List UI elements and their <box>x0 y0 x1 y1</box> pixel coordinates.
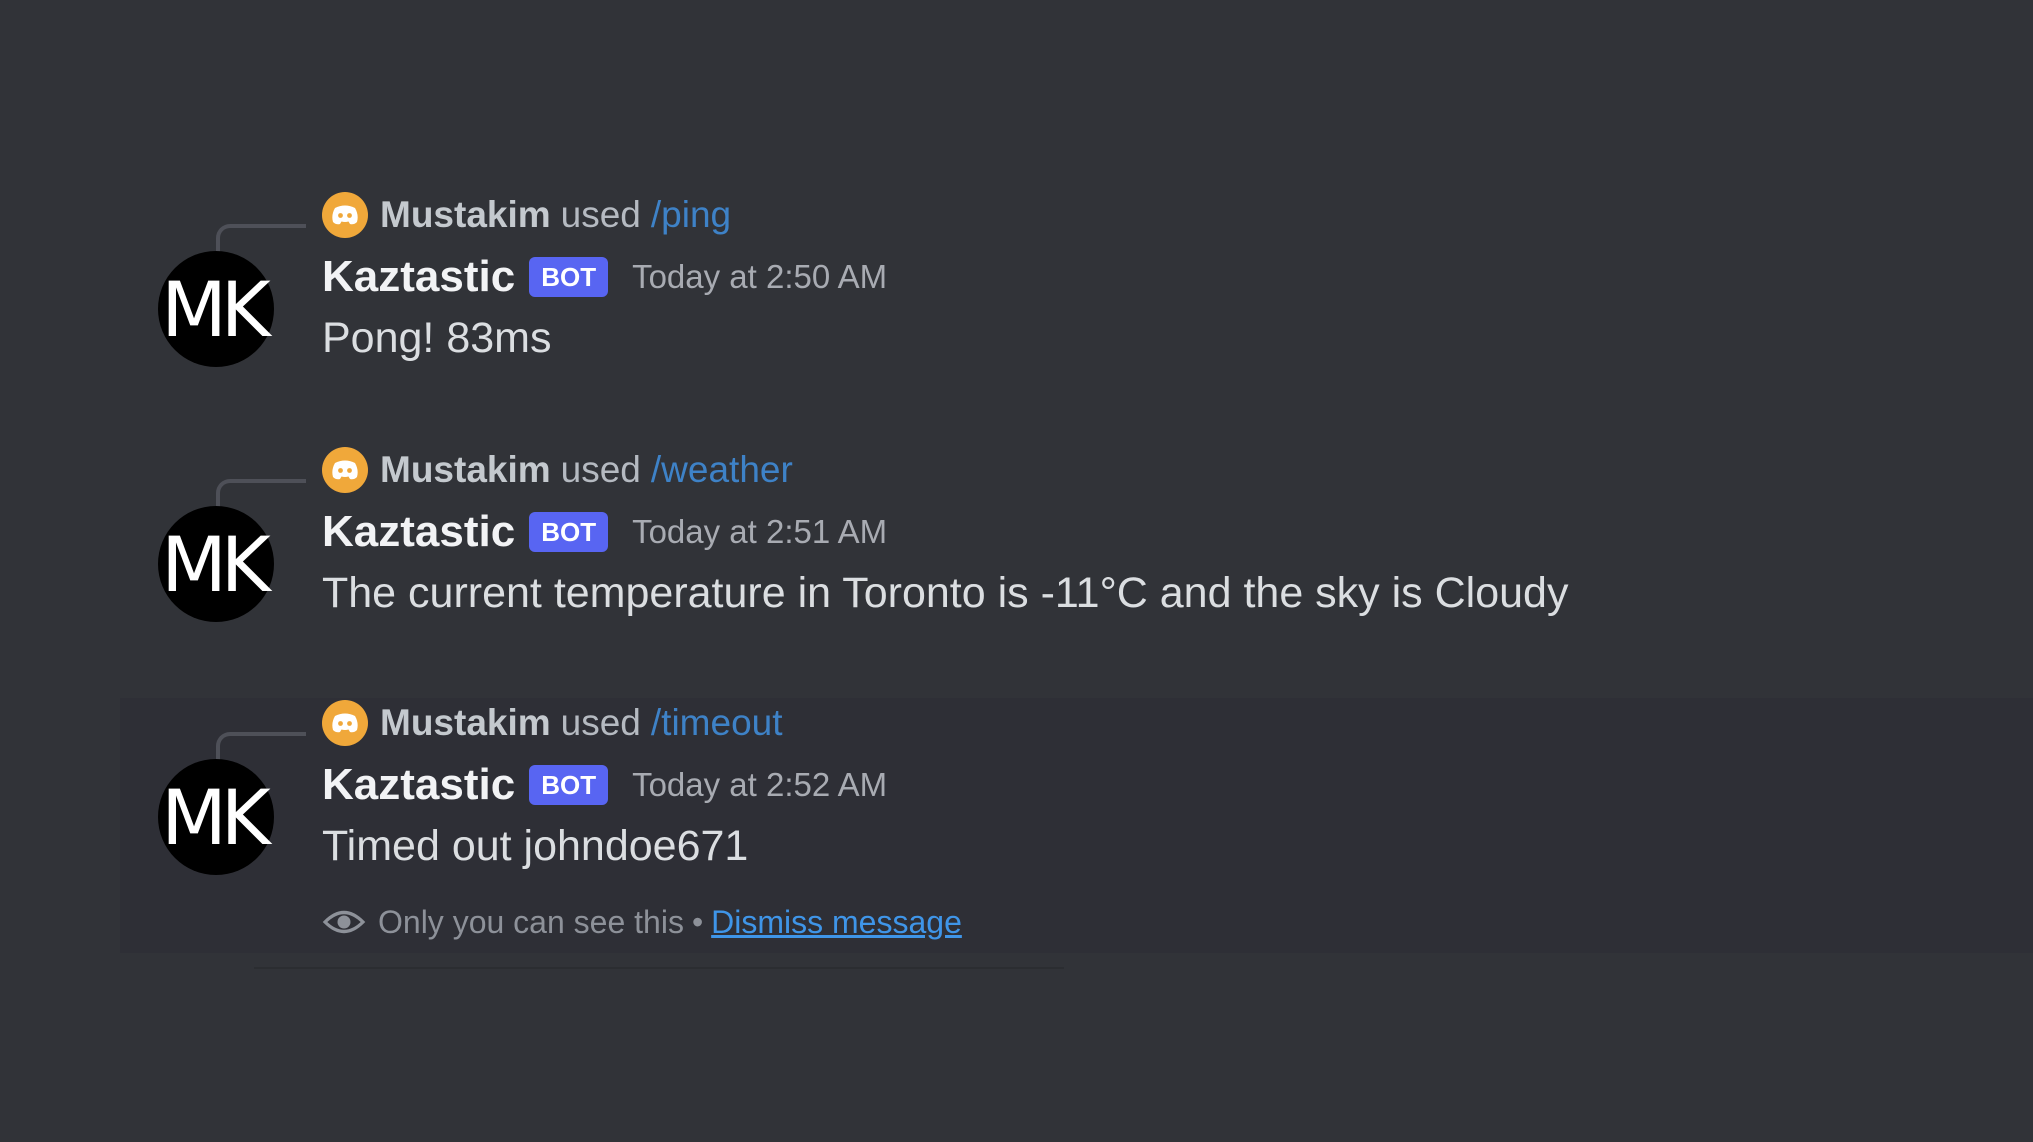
message-content: The current temperature in Toronto is -1… <box>322 569 1569 617</box>
bot-badge: BOT <box>529 765 609 805</box>
command-reply-header[interactable]: Mustakim used /timeout <box>322 698 783 748</box>
reply-connector <box>216 224 306 254</box>
discord-logo-icon <box>322 192 368 238</box>
discord-logo-icon <box>322 700 368 746</box>
reply-username[interactable]: Mustakim <box>380 194 551 236</box>
reply-used-text: used <box>560 194 641 235</box>
message-header: Kaztastic BOT Today at 2:52 AM <box>322 750 887 820</box>
message-item-ephemeral: Mustakim used /timeout MK Kaztastic BOT … <box>120 698 2033 953</box>
message-timestamp: Today at 2:52 AM <box>632 766 888 803</box>
author-username[interactable]: Kaztastic <box>322 252 515 302</box>
message-content: Pong! 83ms <box>322 314 552 362</box>
author-username[interactable]: Kaztastic <box>322 760 515 810</box>
message-header: Kaztastic BOT Today at 2:50 AM <box>322 242 887 312</box>
command-reply-header[interactable]: Mustakim used /weather <box>322 445 793 495</box>
author-username[interactable]: Kaztastic <box>322 507 515 557</box>
separator-dot: • <box>691 903 704 940</box>
message-item: Mustakim used /weather MK Kaztastic BOT … <box>120 445 2033 700</box>
reply-username[interactable]: Mustakim <box>380 449 551 491</box>
message-timestamp: Today at 2:51 AM <box>632 513 888 550</box>
reply-connector <box>216 732 306 762</box>
reply-username[interactable]: Mustakim <box>380 702 551 744</box>
eye-icon <box>322 910 366 934</box>
avatar[interactable]: MK <box>158 251 274 367</box>
reply-used-text: used <box>560 449 641 490</box>
slash-command[interactable]: /weather <box>651 449 793 491</box>
message-header: Kaztastic BOT Today at 2:51 AM <box>322 497 887 567</box>
dismiss-message-link[interactable]: Dismiss message <box>711 904 962 941</box>
bot-badge: BOT <box>529 257 609 297</box>
discord-logo-icon <box>322 447 368 493</box>
chat-message-list: Mustakim used /ping MK Kaztastic BOT Tod… <box>0 0 2033 1142</box>
reply-used-text: used <box>560 702 641 743</box>
message-item: Mustakim used /ping MK Kaztastic BOT Tod… <box>120 190 2033 445</box>
command-reply-header[interactable]: Mustakim used /ping <box>322 190 731 240</box>
divider <box>254 967 1064 969</box>
slash-command[interactable]: /timeout <box>651 702 783 744</box>
ephemeral-notice-text: Only you can see this <box>378 903 684 940</box>
avatar[interactable]: MK <box>158 759 274 875</box>
avatar[interactable]: MK <box>158 506 274 622</box>
message-timestamp: Today at 2:50 AM <box>632 258 888 295</box>
bot-badge: BOT <box>529 512 609 552</box>
reply-connector <box>216 479 306 509</box>
message-content: Timed out johndoe671 <box>322 822 749 870</box>
slash-command[interactable]: /ping <box>651 194 731 236</box>
ephemeral-notice: Only you can see this • Dismiss message <box>322 900 962 944</box>
